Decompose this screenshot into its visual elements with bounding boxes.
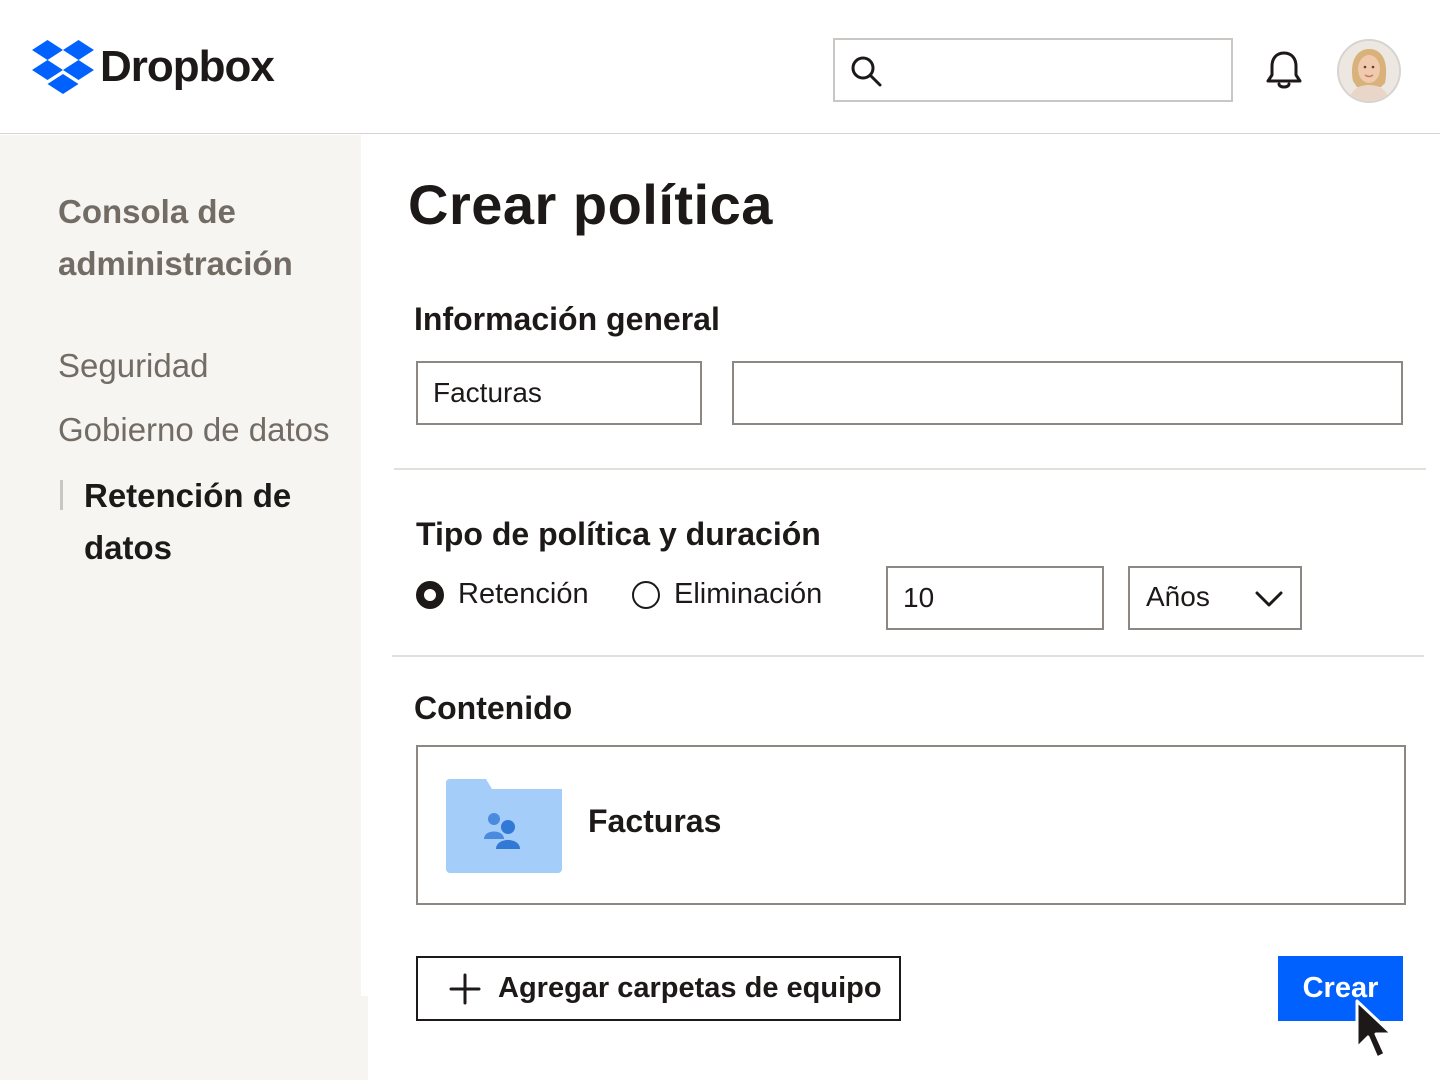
- sidebar-item-retencion-de-datos[interactable]: Retención de datos: [84, 470, 324, 574]
- policy-description-field[interactable]: [732, 361, 1403, 425]
- sidebar-item-seguridad[interactable]: Seguridad: [58, 346, 208, 386]
- dropbox-logo[interactable]: Dropbox: [32, 40, 275, 94]
- radio-eliminacion[interactable]: Eliminación: [632, 578, 822, 611]
- policy-description-input[interactable]: [734, 363, 1401, 423]
- radio-retencion[interactable]: Retención: [416, 578, 589, 611]
- duration-field[interactable]: [886, 566, 1104, 630]
- search-input[interactable]: [893, 48, 1213, 92]
- plus-icon: [449, 973, 481, 1004]
- duration-unit-select[interactable]: Años: [1128, 566, 1302, 630]
- policy-name-input[interactable]: [418, 363, 700, 423]
- shared-folder-icon: [446, 779, 562, 873]
- bell-icon[interactable]: [1262, 48, 1306, 92]
- section-divider: [392, 655, 1424, 657]
- top-header: Dropbox: [0, 0, 1440, 134]
- sidebar-heading[interactable]: Consola de administración: [58, 186, 338, 290]
- section-divider: [394, 468, 1426, 470]
- policy-type-heading: Tipo de política y duración: [416, 516, 821, 552]
- folder-name: Facturas: [588, 803, 722, 839]
- sidebar-strip: [361, 996, 368, 1080]
- content-heading: Contenido: [414, 690, 573, 726]
- page-title: Crear política: [408, 173, 773, 236]
- radio-retencion-label: Retención: [458, 578, 589, 610]
- duration-input[interactable]: [888, 568, 1102, 628]
- radio-eliminacion-label: Eliminación: [674, 578, 823, 610]
- duration-unit-value: Años: [1146, 581, 1210, 612]
- avatar-image: [1339, 41, 1399, 101]
- add-team-folders-label: Agregar carpetas de equipo: [498, 972, 882, 1004]
- sidebar-active-indicator: [60, 480, 63, 510]
- general-info-heading: Información general: [414, 301, 720, 337]
- radio-checked-icon[interactable]: [416, 580, 444, 609]
- avatar[interactable]: [1337, 39, 1401, 103]
- add-team-folders-button[interactable]: Agregar carpetas de equipo: [416, 956, 901, 1021]
- brand-name: Dropbox: [100, 42, 275, 91]
- content-box: Facturas: [416, 745, 1406, 905]
- dropbox-logo-icon: [32, 40, 94, 94]
- chevron-down-icon: [1255, 591, 1283, 607]
- search-box[interactable]: [833, 38, 1233, 102]
- radio-unchecked-icon[interactable]: [632, 580, 660, 609]
- mouse-cursor-icon: [1355, 999, 1394, 1060]
- sidebar-item-gobierno-de-datos[interactable]: Gobierno de datos: [58, 410, 330, 450]
- search-icon: [851, 56, 882, 87]
- policy-name-field[interactable]: [416, 361, 702, 425]
